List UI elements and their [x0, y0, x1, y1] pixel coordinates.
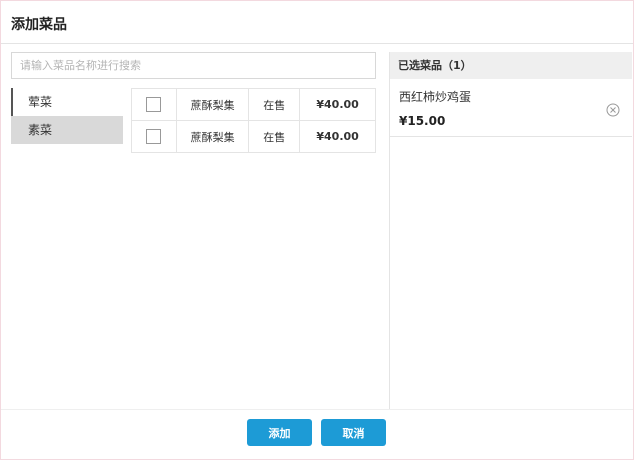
cancel-button[interactable]: 取消 [321, 419, 386, 446]
dish-name: 蔗酥梨集 [175, 120, 250, 153]
add-dish-dialog: 添加菜品 荤菜 素菜 蔗酥梨集 在售 ¥40.00 蔗酥梨集 在售 ¥40.00… [0, 0, 634, 460]
category-list: 荤菜 素菜 [11, 88, 123, 144]
selected-dishes-panel: 已选菜品（1） 西红柿炒鸡蛋 ¥15.00 [389, 52, 632, 410]
category-item-meat[interactable]: 荤菜 [11, 88, 123, 116]
dialog-title: 添加菜品 [11, 17, 67, 33]
dish-name: 蔗酥梨集 [175, 88, 250, 121]
selected-dish-name: 西红柿炒鸡蛋 [399, 90, 472, 104]
dish-status: 在售 [248, 120, 301, 153]
dialog-header: 添加菜品 [1, 1, 633, 44]
dish-checkbox[interactable] [146, 129, 162, 144]
dish-price: ¥40.00 [299, 88, 376, 121]
category-label: 素菜 [28, 123, 53, 137]
category-label: 荤菜 [28, 95, 53, 109]
dish-status: 在售 [248, 88, 301, 121]
selected-dish-item: 西红柿炒鸡蛋 ¥15.00 [390, 79, 632, 137]
table-row: 蔗酥梨集 在售 ¥40.00 [131, 88, 376, 121]
dialog-footer: 添加 取消 [1, 409, 633, 459]
selected-dish-price: ¥15.00 [399, 114, 446, 128]
selected-dishes-header: 已选菜品（1） [390, 52, 632, 79]
category-item-vegetable[interactable]: 素菜 [11, 116, 123, 144]
circle-close-icon[interactable] [606, 103, 620, 117]
dish-search-input[interactable] [11, 52, 376, 79]
dish-price: ¥40.00 [299, 120, 376, 153]
table-row: 蔗酥梨集 在售 ¥40.00 [131, 120, 376, 153]
dish-table: 蔗酥梨集 在售 ¥40.00 蔗酥梨集 在售 ¥40.00 [131, 88, 376, 153]
add-button[interactable]: 添加 [247, 419, 312, 446]
dish-checkbox[interactable] [146, 97, 162, 112]
